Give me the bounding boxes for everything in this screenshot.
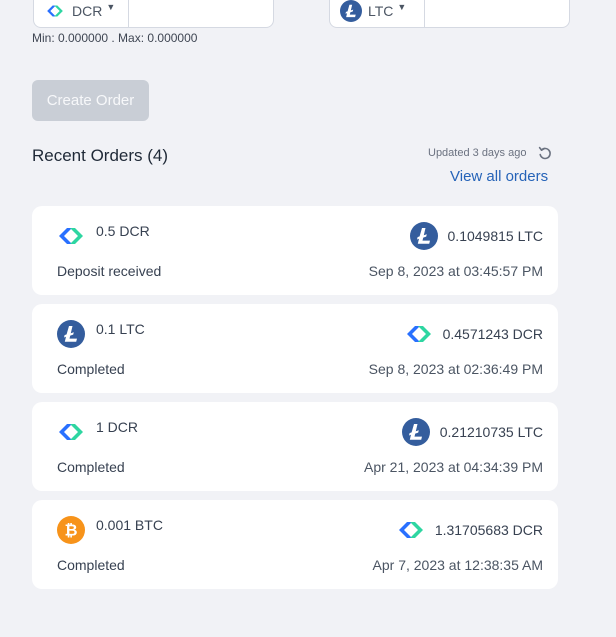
order-card[interactable]: ₿ 0.001 BTC 1.31705683 DCR Completed Apr… (32, 500, 558, 589)
order-to-amount: 0.4571243 DCR (442, 326, 543, 342)
order-card[interactable]: 0.5 DCR 0.1049815 LTC Deposit received S… (32, 206, 558, 295)
litecoin-icon (401, 418, 430, 446)
updated-timestamp: Updated 3 days ago (428, 147, 527, 159)
litecoin-icon (340, 0, 362, 22)
from-currency-label: DCR (72, 3, 103, 19)
decred-icon (405, 320, 433, 348)
order-to: 0.1049815 LTC (409, 222, 543, 250)
order-to-amount: 0.1049815 LTC (447, 228, 543, 244)
order-status: Completed (57, 557, 125, 573)
from-amount-input[interactable] (130, 0, 273, 27)
to-amount-input[interactable] (426, 0, 569, 27)
svg-text:₿: ₿ (64, 522, 77, 540)
bitcoin-icon: ₿ (57, 516, 85, 544)
order-date: Apr 21, 2023 at 04:34:39 PM (363, 459, 543, 475)
order-to-amount: 0.21210735 LTC (439, 424, 543, 440)
order-date: Sep 8, 2023 at 02:36:49 PM (368, 361, 543, 377)
exchange-arrow-icon: → (292, 0, 306, 2)
decred-icon (57, 222, 85, 250)
chevron-down-icon: ▼ (397, 2, 407, 12)
to-currency-select[interactable]: LTC ▼ (340, 0, 406, 23)
to-currency-box: LTC ▼ (329, 0, 570, 28)
order-status: Completed (57, 361, 125, 377)
order-from-amount: 0.001 BTC (96, 517, 163, 533)
to-divider (424, 0, 425, 27)
decred-icon (397, 516, 425, 544)
litecoin-icon (409, 222, 438, 250)
order-to: 0.21210735 LTC (401, 418, 543, 446)
order-status: Deposit received (57, 263, 162, 279)
order-from-amount: 0.5 DCR (96, 223, 150, 239)
order-card[interactable]: 0.1 LTC 0.4571243 DCR Completed Sep 8, 2… (32, 304, 558, 393)
create-order-button[interactable]: Create Order (32, 80, 149, 121)
min-max-limits: Min: 0.000000 . Max: 0.000000 (32, 31, 198, 45)
order-from-amount: 0.1 LTC (96, 321, 145, 337)
order-to: 1.31705683 DCR (397, 516, 543, 544)
decred-icon (57, 418, 85, 446)
order-card[interactable]: 1 DCR 0.21210735 LTC Completed Apr 21, 2… (32, 402, 558, 491)
to-currency-label: LTC (368, 3, 394, 19)
chevron-down-icon: ▼ (106, 2, 116, 12)
order-status: Completed (57, 459, 125, 475)
refresh-icon[interactable] (537, 145, 553, 161)
order-date: Sep 8, 2023 at 03:45:57 PM (368, 263, 543, 279)
recent-orders-title: Recent Orders (4) (32, 146, 169, 165)
from-currency-select[interactable]: DCR ▼ (44, 0, 115, 23)
order-to: 0.4571243 DCR (405, 320, 543, 348)
from-divider (128, 0, 129, 27)
litecoin-icon (57, 320, 85, 348)
from-currency-box: DCR ▼ (33, 0, 274, 28)
order-to-amount: 1.31705683 DCR (434, 522, 543, 538)
view-all-orders-link[interactable]: View all orders (450, 168, 548, 185)
order-from-amount: 1 DCR (96, 419, 139, 435)
order-date: Apr 7, 2023 at 12:38:35 AM (372, 557, 543, 573)
decred-icon (44, 0, 66, 22)
